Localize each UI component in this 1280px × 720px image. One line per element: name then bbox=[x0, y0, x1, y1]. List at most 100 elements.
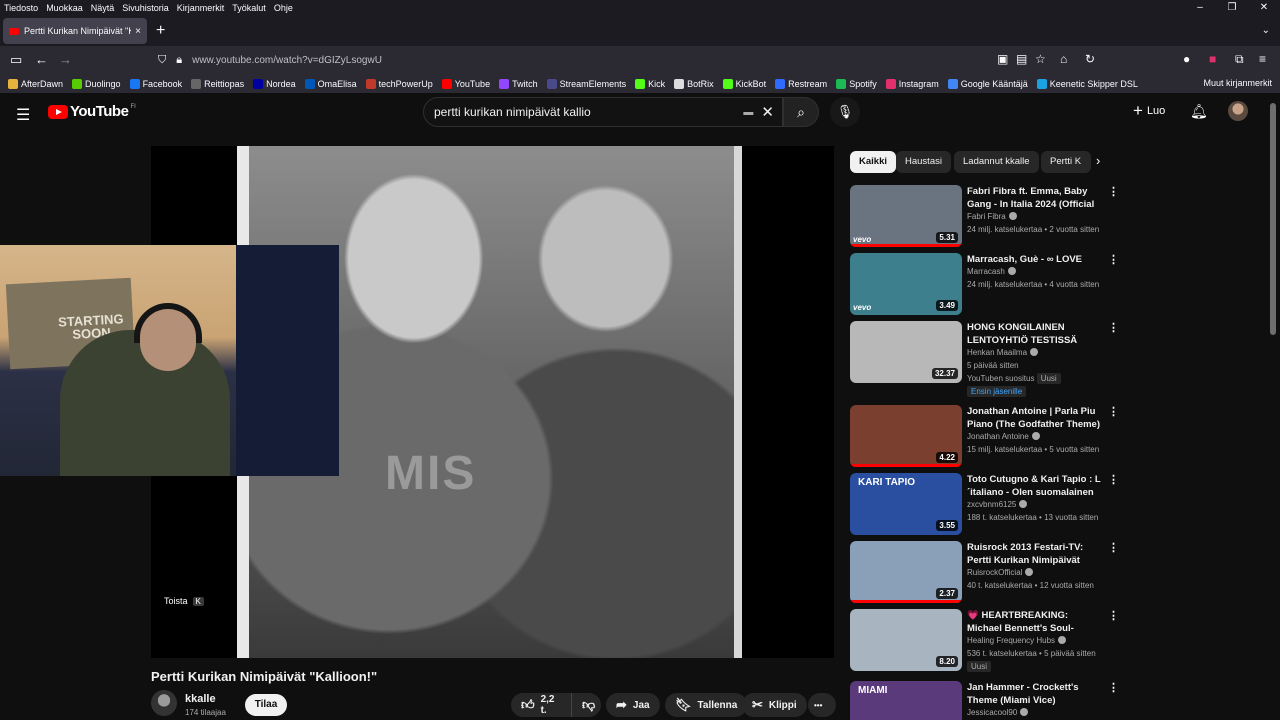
more-actions-button[interactable]: ••• bbox=[808, 693, 836, 717]
recommendation-item[interactable]: 32.37 HONG KONGILAINEN LENTOYHTIÖ TESTISS… bbox=[850, 321, 1120, 397]
clip-button[interactable]: ✂ Klippi bbox=[742, 693, 807, 717]
extension-badge-icon[interactable]: ■ bbox=[1209, 52, 1216, 66]
save-button[interactable]: 🔖︎ Tallenna bbox=[665, 693, 748, 717]
bookmark-kick[interactable]: Kick bbox=[635, 78, 665, 89]
more-options-icon[interactable]: ⋮ bbox=[1108, 681, 1119, 694]
video-title[interactable]: HONG KONGILAINEN LENTOYHTIÖ TESTISSÄ bbox=[967, 321, 1105, 347]
bookmark-techpowerup[interactable]: techPowerUp bbox=[365, 78, 433, 89]
star-bookmark-icon[interactable]: ☆ bbox=[1035, 52, 1046, 66]
recommendation-item[interactable]: 4.22 Jonathan Antoine | Parla Piu Piano (… bbox=[850, 405, 1120, 469]
hamburger-menu-icon[interactable]: ≡ bbox=[1259, 52, 1266, 66]
bookmark-restream[interactable]: Restream bbox=[775, 78, 827, 89]
bookmark-streamelements[interactable]: StreamElements bbox=[546, 78, 626, 89]
forward-arrow-icon[interactable]: → bbox=[59, 52, 72, 67]
menu-view[interactable]: Näytä bbox=[91, 3, 115, 13]
video-thumbnail[interactable]: vevo 5.31 bbox=[850, 185, 962, 247]
more-options-icon[interactable]: ⋮ bbox=[1108, 185, 1119, 198]
extensions-icon[interactable]: ⧉ bbox=[1235, 52, 1244, 67]
sidebar-toggle-icon[interactable]: ▭ bbox=[10, 52, 22, 68]
recommendation-item[interactable]: MIAMI Jan Hammer - Crockett's Theme (Miam… bbox=[850, 681, 1120, 720]
recommendation-item[interactable]: KARI TAPIO 3.55 Toto Cutugno & Kari Tapio … bbox=[850, 473, 1120, 537]
page-scrollbar[interactable] bbox=[1270, 103, 1276, 335]
bookmark-spotify[interactable]: Spotify bbox=[836, 78, 877, 89]
bookmark-omaelisa[interactable]: OmaElisa bbox=[304, 78, 357, 89]
bookmark-reittiopas[interactable]: Reittiopas bbox=[191, 78, 244, 89]
bookmark-keenetic-skipper-dsl[interactable]: Keenetic Skipper DSL bbox=[1036, 78, 1138, 89]
home-icon[interactable]: ⌂ bbox=[1060, 52, 1067, 66]
video-thumbnail[interactable]: 32.37 bbox=[850, 321, 962, 383]
create-button[interactable]: + Luo bbox=[1133, 101, 1165, 121]
recommendation-item[interactable]: 8.20 💗 HEARTBREAKING: Michael Bennett's S… bbox=[850, 609, 1120, 673]
more-options-icon[interactable]: ⋮ bbox=[1108, 321, 1119, 334]
video-thumbnail[interactable]: vevo 3.49 bbox=[850, 253, 962, 315]
bookmark-nordea[interactable]: Nordea bbox=[253, 78, 296, 89]
tab-list-chevron-icon[interactable]: ⌄ bbox=[1262, 25, 1270, 36]
recommendation-item[interactable]: vevo 3.49 Marracash, Guè - ∞ LOVE Marracash… bbox=[850, 253, 1120, 317]
recommendation-item[interactable]: vevo 5.31 Fabri Fibra ft. Emma, Baby Gang … bbox=[850, 185, 1120, 249]
channel-name[interactable]: RuisrockOfficial bbox=[967, 568, 1034, 577]
other-bookmarks[interactable]: Muut kirjanmerkit bbox=[1203, 78, 1272, 88]
voice-search-button[interactable]: 🎙︎ bbox=[830, 97, 860, 127]
notifications-bell-icon[interactable]: 🔔︎ bbox=[1190, 103, 1208, 120]
bookmark-botrix[interactable]: BotRix bbox=[674, 78, 714, 89]
account-icon[interactable]: ● bbox=[1183, 52, 1190, 66]
channel-name[interactable]: Henkan Maailma bbox=[967, 348, 1039, 357]
bookmark-youtube[interactable]: YouTube bbox=[441, 78, 490, 89]
channel-name[interactable]: kkalle bbox=[185, 693, 216, 705]
channel-avatar[interactable] bbox=[151, 690, 177, 716]
bookmark-twitch[interactable]: Twitch bbox=[499, 78, 538, 89]
channel-name[interactable]: Jonathan Antoine bbox=[967, 432, 1040, 441]
video-title[interactable]: Jan Hammer - Crockett's Theme (Miami Vic… bbox=[967, 681, 1105, 707]
bookmark-instagram[interactable]: Instagram bbox=[885, 78, 939, 89]
keyboard-icon[interactable]: ▬ bbox=[743, 107, 753, 118]
chips-next-chevron-icon[interactable]: › bbox=[1096, 153, 1100, 168]
more-options-icon[interactable]: ⋮ bbox=[1108, 473, 1119, 486]
video-thumbnail[interactable]: 4.22 bbox=[850, 405, 962, 467]
dislike-button[interactable]: 👎︎ bbox=[571, 693, 601, 717]
recommendation-item[interactable]: 2.37 Ruisrock 2013 Festari-TV: Pertti Kur… bbox=[850, 541, 1120, 605]
like-button[interactable]: 👍︎ 2,2 t. bbox=[511, 693, 571, 717]
video-title[interactable]: Fabri Fibra ft. Emma, Baby Gang - In Ita… bbox=[967, 185, 1105, 211]
close-window-icon[interactable]: ✕ bbox=[1248, 0, 1280, 15]
bookmark-kickbot[interactable]: KickBot bbox=[722, 78, 766, 89]
subscribe-button[interactable]: Tilaa bbox=[245, 694, 287, 716]
tab-active[interactable]: Pertti Kurikan Nimipäivät "Kallio × bbox=[3, 18, 147, 44]
bookmark-duolingo[interactable]: Duolingo bbox=[72, 78, 121, 89]
video-thumbnail[interactable]: 8.20 bbox=[850, 609, 962, 671]
menu-bookmarks[interactable]: Kirjanmerkit bbox=[177, 3, 225, 13]
more-options-icon[interactable]: ⋮ bbox=[1108, 253, 1119, 266]
menu-help[interactable]: Ohje bbox=[274, 3, 293, 13]
chip-pertti[interactable]: Pertti K bbox=[1041, 151, 1091, 173]
shield-icon[interactable]: ⛉ bbox=[158, 54, 166, 67]
menu-file[interactable]: Tiedosto bbox=[4, 3, 38, 13]
video-title[interactable]: Toto Cutugno & Kari Tapio : L´italiano -… bbox=[967, 473, 1105, 499]
tab-close-icon[interactable]: × bbox=[135, 26, 141, 37]
video-title[interactable]: Jonathan Antoine | Parla Piu Piano (The … bbox=[967, 405, 1105, 431]
reader-view-icon[interactable]: ▤ bbox=[1016, 52, 1027, 66]
chip-for-you[interactable]: Haustasi bbox=[896, 151, 951, 173]
more-options-icon[interactable]: ⋮ bbox=[1108, 405, 1119, 418]
menu-edit[interactable]: Muokkaa bbox=[46, 3, 83, 13]
channel-name[interactable]: Fabri Fibra bbox=[967, 212, 1017, 221]
menu-history[interactable]: Sivuhistoria bbox=[122, 3, 169, 13]
video-title[interactable]: Marracash, Guè - ∞ LOVE bbox=[967, 253, 1105, 266]
address-bar[interactable]: ⛉ 🔒︎ www.youtube.com/watch?v=dGIZyLsogwU bbox=[150, 49, 1010, 71]
chip-all[interactable]: Kaikki bbox=[850, 151, 896, 173]
minimize-icon[interactable]: – bbox=[1184, 0, 1216, 15]
lock-icon[interactable]: 🔒︎ bbox=[176, 54, 182, 67]
chip-uploaded-by[interactable]: Ladannut kkalle bbox=[954, 151, 1039, 173]
menu-tools[interactable]: Työkalut bbox=[232, 3, 266, 13]
channel-name[interactable]: Jessicacool90 bbox=[967, 708, 1029, 717]
more-options-icon[interactable]: ⋮ bbox=[1108, 541, 1119, 554]
account-avatar[interactable] bbox=[1228, 101, 1248, 121]
video-thumbnail[interactable]: 2.37 bbox=[850, 541, 962, 603]
search-box[interactable]: pertti kurikan nimipäivät kallio ▬ ✕ bbox=[423, 97, 783, 127]
bookmark-afterdawn[interactable]: AfterDawn bbox=[8, 78, 63, 89]
video-thumbnail[interactable]: KARI TAPIO 3.55 bbox=[850, 473, 962, 535]
bookmark-facebook[interactable]: Facebook bbox=[129, 78, 182, 89]
clear-search-icon[interactable]: ✕ bbox=[761, 103, 774, 121]
guide-menu-icon[interactable]: ☰ bbox=[16, 105, 30, 125]
channel-name[interactable]: Healing Frequency Hubs bbox=[967, 636, 1067, 645]
search-button[interactable]: ⌕ bbox=[783, 97, 819, 127]
channel-name[interactable]: zxcvbnm6125 bbox=[967, 500, 1028, 509]
